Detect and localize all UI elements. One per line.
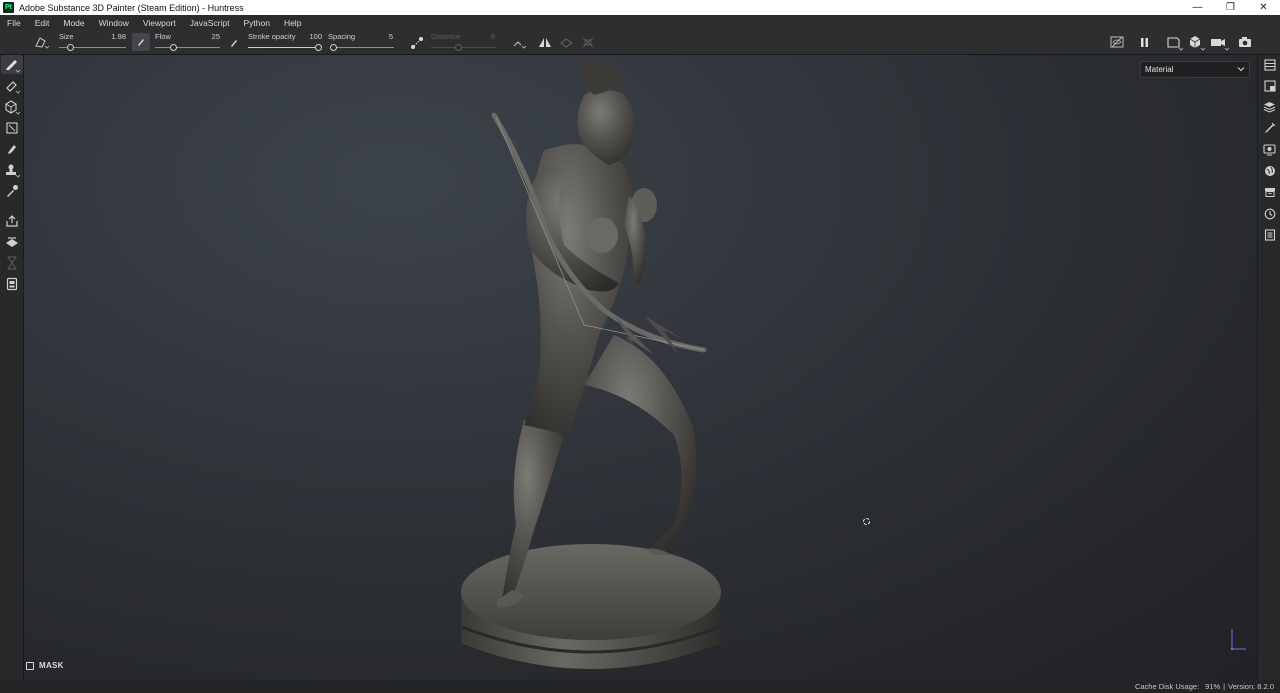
spacing-slider-track[interactable] (330, 47, 394, 48)
stroke-opacity-slider-track[interactable] (248, 47, 322, 48)
tool-properties-bar: Size 1.98 Flow 25 Stroke opacity 100 Spa… (0, 30, 1280, 55)
viewport-layout-icon[interactable] (1166, 35, 1184, 51)
viewport-channel-dropdown[interactable]: Material (1140, 61, 1250, 78)
menu-bar: File Edit Mode Window Viewport JavaScrip… (0, 15, 1280, 30)
shader-settings-globe-icon[interactable] (1261, 162, 1278, 179)
stroke-opacity-label: Stroke opacity (248, 32, 296, 41)
spacing-label: Spacing (328, 32, 356, 41)
assets-shelf-icon[interactable] (1261, 183, 1278, 200)
mask-checkbox-icon (26, 661, 34, 670)
restore-button[interactable]: ❐ (1214, 0, 1247, 15)
menu-javascript[interactable]: JavaScript (183, 18, 237, 28)
mask-label-text: MASK (39, 661, 64, 670)
menu-viewport[interactable]: Viewport (136, 18, 183, 28)
rotation-cursor-icon (862, 517, 871, 526)
menu-file[interactable]: File (0, 18, 28, 28)
spacing-slider-handle[interactable] (330, 44, 337, 51)
symmetry-icon[interactable] (538, 37, 552, 48)
flow-slider-handle[interactable] (170, 44, 177, 51)
stroke-opacity-value[interactable]: 100 (300, 32, 322, 41)
flow-label: Flow (155, 32, 171, 41)
chevron-down-icon (1237, 65, 1245, 73)
texture-set-list-icon[interactable] (1261, 56, 1278, 73)
size-slider-handle[interactable] (67, 44, 74, 51)
projection-icon (560, 37, 573, 48)
history-icon[interactable] (1261, 205, 1278, 222)
align-icon (582, 37, 594, 48)
screenshot-icon[interactable] (1238, 36, 1252, 48)
menu-edit[interactable]: Edit (28, 18, 57, 28)
lazy-mouse-icon[interactable] (410, 36, 424, 50)
status-bar: Cache Disk Usage: 91% | Version: 8.2.0 (0, 680, 1280, 693)
size-value[interactable]: 1.98 (100, 32, 126, 41)
clone-stamp-tool[interactable] (1, 160, 23, 179)
version-label: Version: 8.2.0 (1228, 682, 1274, 691)
pause-render-icon[interactable] (1140, 38, 1149, 47)
cache-disk-usage-value: 91% (1205, 682, 1221, 691)
status-separator: | (1223, 682, 1226, 691)
statue-model (461, 55, 721, 671)
window-title: Adobe Substance 3D Painter (Steam Editio… (19, 2, 244, 13)
size-pressure-toggle[interactable] (132, 33, 150, 51)
hide-selection-icon[interactable] (1110, 36, 1124, 48)
distance-slider-handle (455, 44, 462, 51)
color-picker-tool[interactable] (1, 181, 23, 200)
projection-tool[interactable] (1, 97, 23, 116)
left-tool-strip (0, 55, 24, 680)
iray-render-tool (1, 253, 23, 272)
bake-tool[interactable] (1, 232, 23, 251)
distance-value: 8 (490, 32, 495, 41)
menu-help[interactable]: Help (277, 18, 308, 28)
menu-mode[interactable]: Mode (56, 18, 91, 28)
export-tool[interactable] (1, 211, 23, 230)
brush-preset-icon[interactable] (34, 35, 50, 49)
paint-brush-tool[interactable] (1, 55, 23, 74)
log-icon[interactable] (1261, 226, 1278, 243)
menu-python[interactable]: Python (236, 18, 276, 28)
menu-window[interactable]: Window (92, 18, 136, 28)
cache-disk-usage-label: Cache Disk Usage: (1134, 682, 1200, 691)
properties-brush-icon[interactable] (1261, 119, 1278, 136)
flow-pressure-icon[interactable] (228, 37, 240, 49)
flow-value[interactable]: 25 (195, 32, 220, 41)
camera-icon[interactable] (1210, 35, 1230, 51)
layers-icon[interactable] (1261, 98, 1278, 115)
title-bar: Pt Adobe Substance 3D Painter (Steam Edi… (0, 0, 1280, 15)
polygon-fill-tool[interactable] (1, 118, 23, 137)
minimize-button[interactable]: — (1181, 0, 1214, 15)
texture-set-settings-icon[interactable] (1261, 77, 1278, 94)
close-button[interactable]: ✕ (1247, 0, 1280, 15)
symmetry-dropdown-icon[interactable] (512, 36, 528, 50)
display-settings-icon[interactable] (1261, 141, 1278, 158)
flow-slider-track[interactable] (155, 47, 220, 48)
app-logo-icon: Pt (3, 2, 14, 13)
distance-slider-track (431, 47, 496, 48)
smudge-tool[interactable] (1, 139, 23, 158)
spacing-value[interactable]: 5 (372, 32, 393, 41)
size-label: Size (59, 32, 74, 41)
stroke-opacity-slider-handle[interactable] (315, 44, 322, 51)
axis-gizmo-icon (1226, 627, 1252, 653)
display-mode-cube-icon[interactable] (1188, 35, 1206, 51)
mask-toggle[interactable]: MASK (26, 661, 64, 670)
viewport-channel-selected: Material (1145, 65, 1174, 74)
3d-viewport[interactable] (24, 55, 1257, 680)
right-panel-strip (1257, 55, 1280, 680)
distance-label: Distance (431, 32, 461, 41)
plugin-tool[interactable] (1, 274, 23, 293)
eraser-tool[interactable] (1, 76, 23, 95)
